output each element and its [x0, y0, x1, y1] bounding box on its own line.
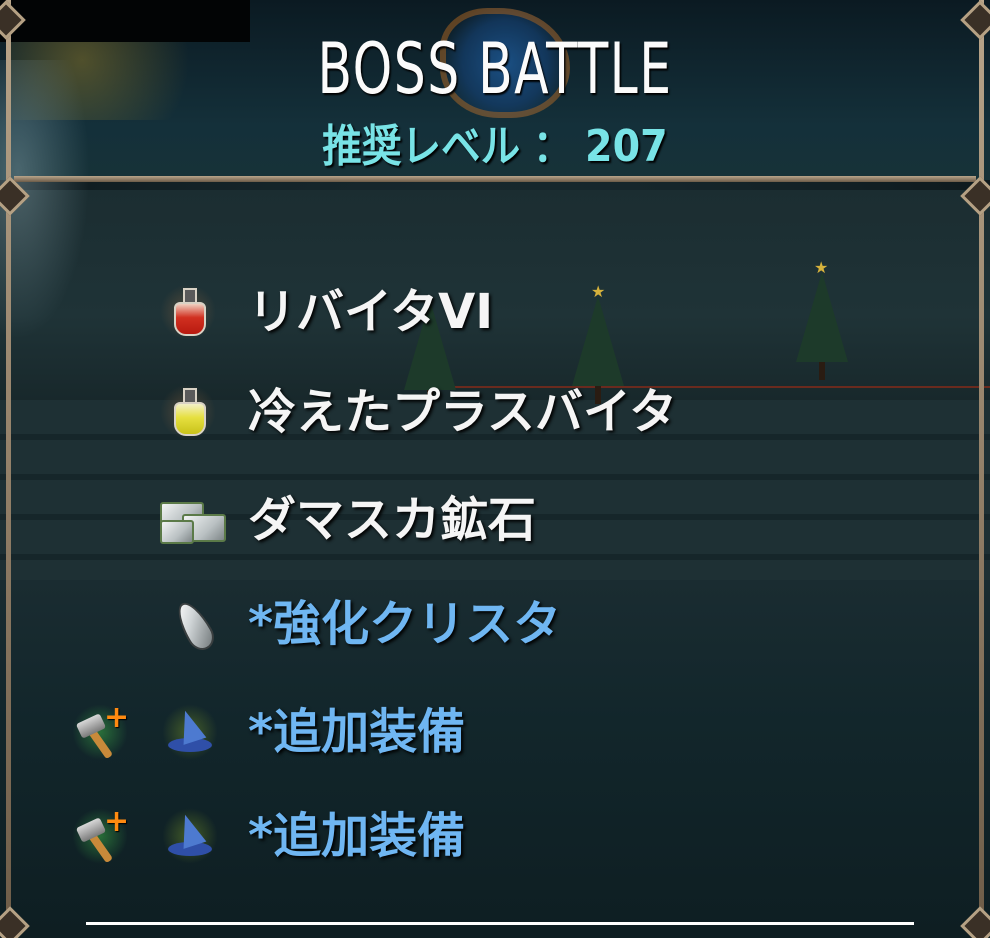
reward-item-label: *強化クリスタ [248, 596, 562, 652]
crystal-shard-icon [170, 596, 226, 656]
recommended-level-label: 推奨レベル [322, 121, 521, 172]
reward-item-extra-equipment: + *追加装備 [0, 796, 990, 876]
red-potion-icon [160, 284, 216, 340]
reward-item-label: リバイタVI [248, 284, 494, 340]
yellow-potion-icon [160, 384, 216, 440]
reward-item-label: *追加装備 [248, 808, 466, 864]
reward-item-revita: リバイタVI [0, 272, 990, 352]
reward-item-label: 冷えたプラスバイタ [248, 384, 678, 440]
ore-ingot-icon [156, 496, 226, 544]
hammer-plus-icon: + [72, 804, 129, 864]
wizard-hat-icon [162, 808, 218, 864]
reward-item-label: ダマスカ鉱石 [248, 492, 537, 548]
boss-battle-screen: ★ ★ BOSS BATTLE 推奨レベル： 207 リバイタVI 冷えたプラスバ… [0, 0, 990, 938]
reward-item-damascus-ore: ダマスカ鉱石 [0, 480, 990, 560]
reward-item-label: *追加装備 [248, 704, 466, 760]
wizard-hat-icon [162, 704, 218, 760]
boss-battle-title: BOSS BATTLE [317, 28, 673, 110]
reward-item-extra-equipment: + *追加装備 [0, 692, 990, 772]
reward-item-chilled-plus-vita: 冷えたプラスバイタ [0, 372, 990, 452]
recommended-level-value: 207 [585, 121, 668, 172]
hammer-plus-icon: + [72, 700, 129, 760]
header-divider [14, 176, 976, 182]
bottom-divider [86, 922, 914, 925]
recommended-level: 推奨レベル： 207 [50, 110, 941, 174]
level-separator: ： [532, 121, 573, 172]
reward-item-enhance-crystal: *強化クリスタ [0, 584, 990, 664]
